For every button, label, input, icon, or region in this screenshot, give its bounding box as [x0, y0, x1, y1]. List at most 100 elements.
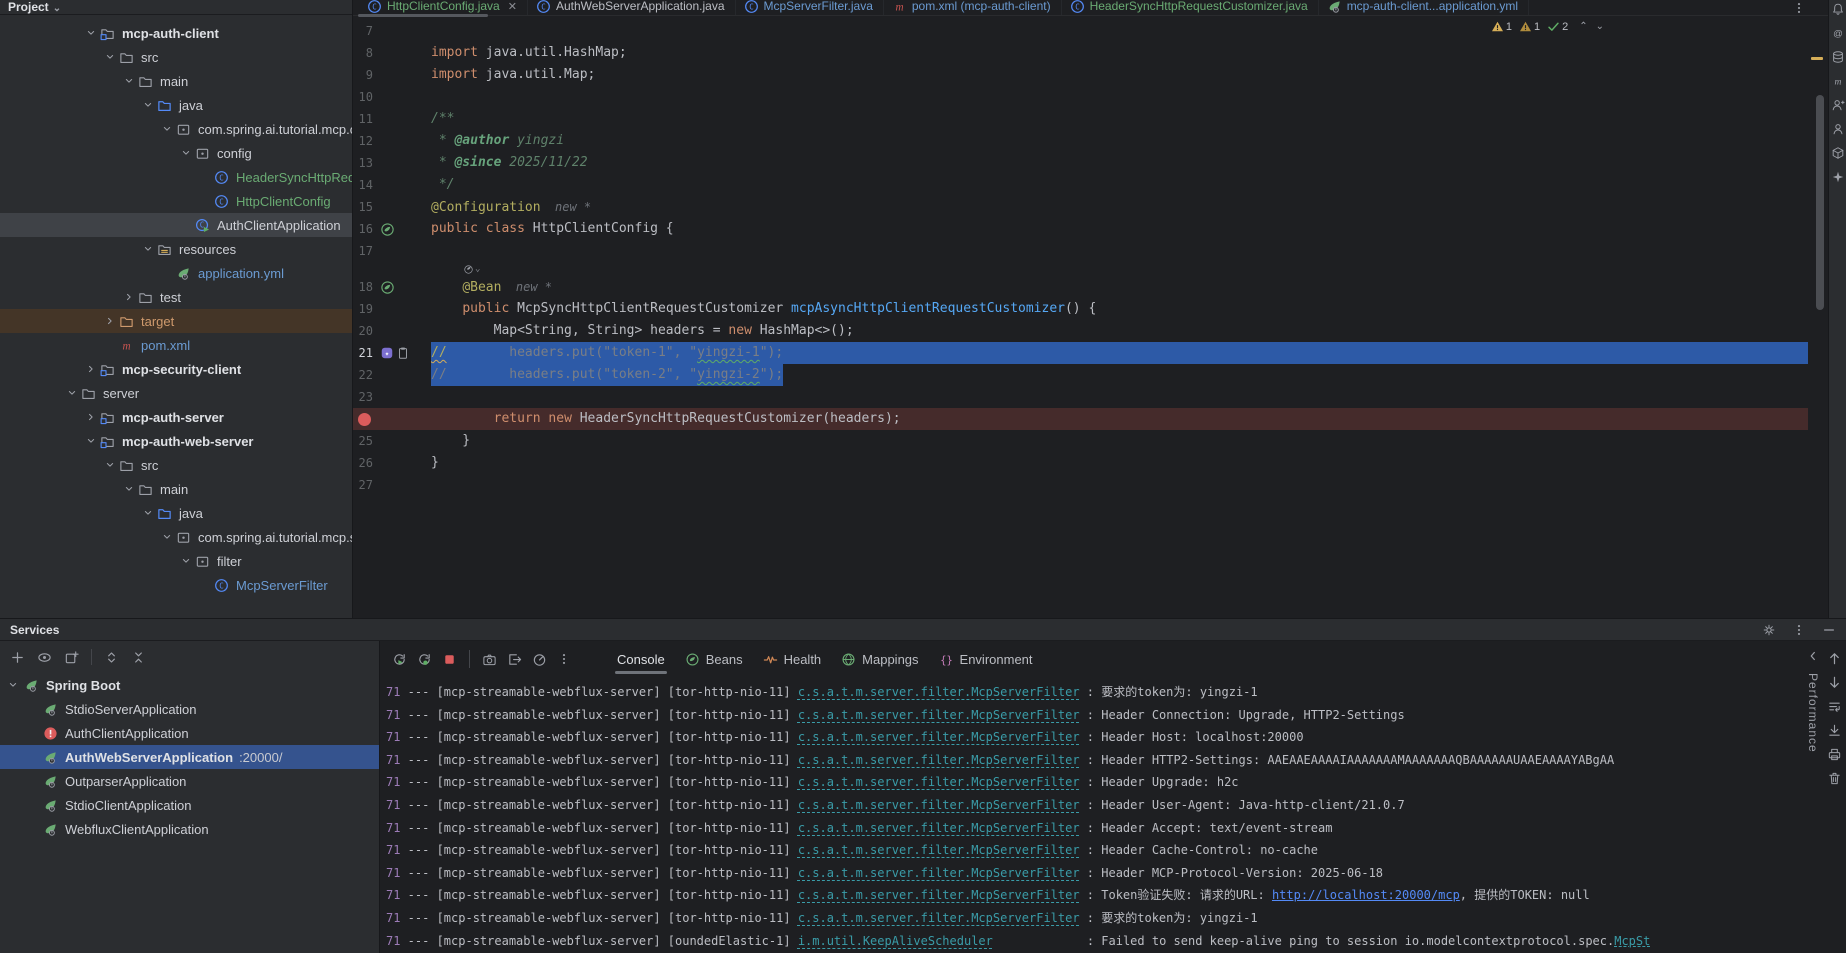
project-tree-item-mcp-auth-client[interactable]: mcp-auth-client — [0, 21, 352, 45]
editor-tab-headersynchttprequestcustomizer-java[interactable]: CHeaderSyncHttpRequestCustomizer.java — [1062, 0, 1319, 15]
tab-list-kebab-icon[interactable] — [1792, 1, 1806, 15]
gutter[interactable]: 27 — [353, 474, 431, 496]
project-tree-item-filter[interactable]: filter — [0, 549, 352, 573]
project-tree-item-java[interactable]: java — [0, 501, 352, 525]
gutter[interactable]: 12 — [353, 130, 431, 152]
inspections-widget[interactable]: 1 1 2 ⌃⌄ — [1485, 19, 1610, 34]
log-logger-link[interactable]: c.s.a.t.m.server.filter.McpServerFilter — [798, 888, 1080, 902]
soft-wrap-icon[interactable] — [1827, 699, 1842, 714]
prev-problem-icon[interactable]: ⌃ — [1579, 21, 1587, 32]
gutter[interactable]: 10 — [353, 86, 431, 108]
kebab-icon[interactable] — [557, 652, 571, 666]
chevron-down-icon[interactable] — [63, 387, 81, 399]
project-tree-item-src[interactable]: src — [0, 45, 352, 69]
log-class-link[interactable]: McpSt — [1614, 934, 1650, 948]
ai-icon[interactable]: ✦ — [380, 346, 394, 360]
scroll-end-icon[interactable] — [1827, 723, 1842, 738]
code-line-18[interactable]: 18 @Bean new * — [353, 276, 1808, 298]
collapse-all-icon[interactable] — [131, 650, 146, 665]
log-url-link[interactable]: http://localhost:20000/mcp — [1272, 888, 1460, 902]
gutter[interactable]: 25 — [353, 430, 431, 452]
chevron-right-icon[interactable] — [82, 411, 100, 423]
gutter[interactable]: 13 — [353, 152, 431, 174]
gutter[interactable]: 21✦ — [353, 342, 431, 364]
performance-strip[interactable]: Performance — [1806, 649, 1820, 753]
gutter[interactable]: 19 — [353, 298, 431, 320]
gutter[interactable]: 14 — [353, 174, 431, 196]
service-item-stdioclientapplication[interactable]: StdioClientApplication — [0, 793, 379, 817]
error-stripe[interactable] — [1808, 16, 1828, 618]
project-tree-item-resources[interactable]: resources — [0, 237, 352, 261]
service-item-spring-boot[interactable]: Spring Boot — [0, 673, 379, 697]
editor-tab-httpclientconfig-java[interactable]: CHttpClientConfig.java✕ — [359, 0, 528, 15]
code-line-8[interactable]: 8import java.util.HashMap; — [353, 42, 1808, 64]
chevron-down-icon[interactable] — [120, 75, 138, 87]
code-line-15[interactable]: 15@Configuration new * — [353, 196, 1808, 218]
editor-tab-pom-xml-mcp-auth-client-[interactable]: mpom.xml (mcp-auth-client) — [884, 0, 1062, 15]
log-logger-link[interactable]: c.s.a.t.m.server.filter.McpServerFilter — [798, 911, 1080, 925]
console-tab-health[interactable]: Health — [753, 644, 832, 675]
project-tree-item-java[interactable]: java — [0, 93, 352, 117]
gutter[interactable]: 20 — [353, 320, 431, 342]
gutter[interactable]: 22 — [353, 364, 431, 386]
open-in-new-tab-icon[interactable] — [64, 650, 79, 665]
log-logger-link[interactable]: c.s.a.t.m.server.filter.McpServerFilter — [798, 843, 1080, 857]
notifications-icon[interactable] — [1831, 2, 1845, 16]
build-icon[interactable] — [1831, 146, 1845, 160]
chevron-down-icon[interactable] — [139, 243, 157, 255]
project-tree-item-headersynchttprequestcustomizer[interactable]: CHeaderSyncHttpRequestCustomizer — [0, 165, 352, 189]
project-tree-item-mcp-auth-web-server[interactable]: mcp-auth-web-server — [0, 429, 352, 453]
service-item-authclientapplication[interactable]: AuthClientApplication — [0, 721, 379, 745]
performance-tab-label[interactable]: Performance — [1806, 673, 1820, 753]
log-logger-link[interactable]: c.s.a.t.m.server.filter.McpServerFilter — [798, 708, 1080, 722]
rerun-debug-icon[interactable] — [417, 652, 432, 667]
chevron-right-icon[interactable] — [82, 363, 100, 375]
collapse-left-icon[interactable] — [1806, 649, 1820, 663]
editor-tab-mcpserverfilter-java[interactable]: CMcpServerFilter.java — [736, 0, 884, 15]
database-icon[interactable] — [1831, 50, 1845, 64]
service-item-webfluxclientapplication[interactable]: WebfluxClientApplication — [0, 817, 379, 841]
chevron-down-icon[interactable] — [82, 27, 100, 39]
project-tree-item-mcp-security-client[interactable]: mcp-security-client — [0, 357, 352, 381]
project-tree-item-src[interactable]: src — [0, 453, 352, 477]
collaborator-icon[interactable] — [1831, 122, 1845, 136]
code-line-21[interactable]: 21✦// headers.put("token-1", "yingzi-1")… — [353, 342, 1808, 364]
console-tab-beans[interactable]: Beans — [675, 644, 753, 675]
log-logger-link[interactable]: c.s.a.t.m.server.filter.McpServerFilter — [798, 866, 1080, 880]
profiler-icon[interactable] — [532, 652, 547, 667]
log-logger-link[interactable]: c.s.a.t.m.server.filter.McpServerFilter — [798, 775, 1080, 789]
gutter[interactable]: 17 — [353, 240, 431, 262]
console-log[interactable]: 71 --- [mcp-streamable-webflux-server] [… — [380, 677, 1846, 953]
profile-icon[interactable] — [1831, 98, 1845, 112]
project-tree-item-main[interactable]: main — [0, 477, 352, 501]
service-item-outparserapplication[interactable]: OutparserApplication — [0, 769, 379, 793]
code-line-19[interactable]: 19 public McpSyncHttpClientRequestCustom… — [353, 298, 1808, 320]
project-header[interactable]: Project ⌄ — [0, 0, 352, 15]
next-problem-icon[interactable]: ⌄ — [1596, 21, 1604, 32]
editor-tab-mcp-auth-client-application-yml[interactable]: mcp-auth-client...application.yml — [1319, 0, 1529, 15]
project-tree-item-main[interactable]: main — [0, 69, 352, 93]
ok-badge[interactable]: 2 — [1547, 20, 1568, 33]
clipboard-icon[interactable] — [396, 346, 410, 360]
console-tab-console[interactable]: Console — [607, 644, 675, 675]
code-line-10[interactable]: 10 — [353, 86, 1808, 108]
code-line-17[interactable]: 17 — [353, 240, 1808, 262]
project-tree-item-httpclientconfig[interactable]: CHttpClientConfig — [0, 189, 352, 213]
chevron-down-icon[interactable] — [7, 679, 24, 691]
print-icon[interactable] — [1827, 747, 1842, 762]
project-tree-item-mcpserverfilter[interactable]: CMcpServerFilter — [0, 573, 352, 597]
warning-stripe-mark[interactable] — [1811, 57, 1823, 60]
gutter[interactable]: 8 — [353, 42, 431, 64]
code-line-16[interactable]: 16public class HttpClientConfig { — [353, 218, 1808, 240]
chevron-down-icon[interactable] — [101, 51, 119, 63]
chevron-down-icon[interactable] — [177, 555, 195, 567]
breakpoint-icon[interactable] — [358, 413, 371, 426]
editor-tab-authwebserverapplication-java[interactable]: CAuthWebServerApplication.java — [528, 0, 736, 15]
bean-icon[interactable] — [380, 280, 395, 295]
log-logger-link[interactable]: c.s.a.t.m.server.filter.McpServerFilter — [798, 730, 1080, 744]
project-tree-item-test[interactable]: test — [0, 285, 352, 309]
chevron-down-icon[interactable] — [139, 99, 157, 111]
sparkle-icon[interactable] — [1831, 170, 1845, 184]
chevron-down-icon[interactable] — [158, 531, 176, 543]
bean-inlay-hint[interactable]: ⌄ — [353, 262, 1808, 276]
